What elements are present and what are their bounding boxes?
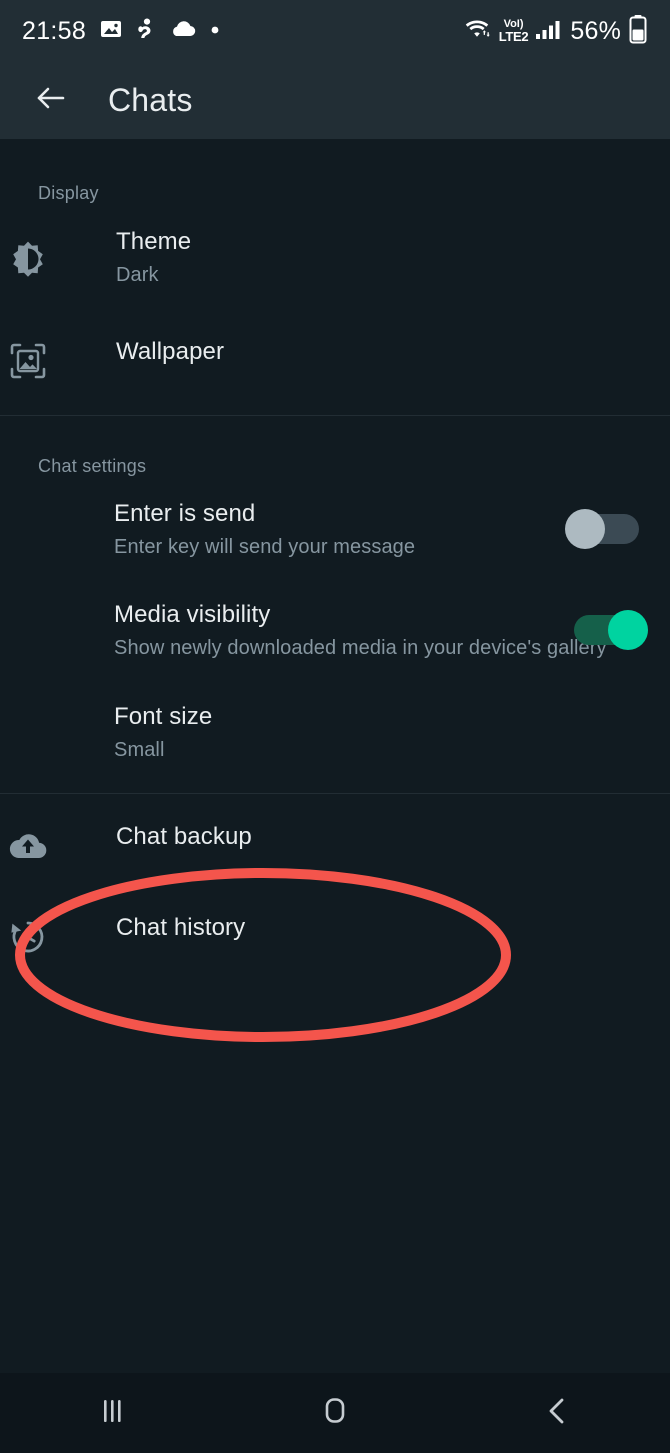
status-bar-right: VoI) LTE2 56% <box>464 14 648 49</box>
signal-bars-icon <box>535 17 563 46</box>
battery-icon <box>628 14 648 49</box>
row-theme-text: Theme Dark <box>116 228 192 287</box>
section-header-display: Display <box>38 183 99 203</box>
toggle-enter-is-send[interactable] <box>565 509 639 549</box>
settings-list: Display Theme Dark Wallpaper Chat settin… <box>0 139 670 1373</box>
back-chevron-icon <box>538 1391 578 1436</box>
row-chat-backup[interactable]: Chat backup <box>0 823 670 904</box>
row-theme[interactable]: Theme Dark <box>0 228 670 329</box>
row-media-visibility-text: Media visibility Show newly downloaded m… <box>114 601 607 660</box>
wifi-icon <box>464 17 492 46</box>
row-media-visibility[interactable]: Media visibility Show newly downloaded m… <box>0 601 670 702</box>
back-button-nav[interactable] <box>447 1391 670 1436</box>
row-chat-history[interactable]: Chat history <box>0 914 670 995</box>
row-enter-is-send[interactable]: Enter is send Enter key will send your m… <box>0 500 670 601</box>
row-enter-is-send-title: Enter is send <box>114 500 256 527</box>
app-bar: Chats <box>0 62 670 139</box>
cloud-upload-icon-wrap <box>0 824 56 872</box>
brightness-icon <box>8 239 48 284</box>
status-bar: 21:58 VoI) LTE2 56% <box>0 0 670 62</box>
row-font-size-title: Font size <box>114 703 213 730</box>
arrow-left-icon <box>31 78 71 123</box>
android-nav-bar <box>0 1373 670 1453</box>
row-enter-is-send-subtitle: Enter key will send your message <box>114 536 416 559</box>
row-theme-subtitle: Dark <box>116 264 159 287</box>
cloud-upload-icon <box>8 829 48 868</box>
row-media-visibility-subtitle: Show newly downloaded media in your devi… <box>114 637 607 660</box>
row-chat-history-text: Chat history <box>116 914 246 941</box>
section-divider-2 <box>0 793 670 794</box>
recents-icon <box>92 1394 132 1433</box>
row-font-size-text: Font size Small <box>114 703 213 762</box>
section-header-chat-settings: Chat settings <box>38 456 147 476</box>
section-divider-1 <box>0 415 670 416</box>
cloud-icon <box>169 19 197 44</box>
row-font-size[interactable]: Font size Small <box>0 703 670 804</box>
dot-icon <box>210 22 220 40</box>
history-icon <box>8 917 48 962</box>
toggle-thumb <box>565 509 605 549</box>
volte-indicator: VoI) LTE2 <box>498 19 529 44</box>
person-alert-icon <box>136 17 156 46</box>
status-bar-clock: 21:58 <box>22 16 87 45</box>
wallpaper-icon <box>9 342 47 385</box>
toggle-thumb <box>608 610 648 650</box>
row-media-visibility-title: Media visibility <box>114 601 271 628</box>
brightness-icon-wrap <box>0 229 56 293</box>
row-theme-title: Theme <box>116 228 192 255</box>
row-enter-is-send-text: Enter is send Enter key will send your m… <box>114 500 416 559</box>
image-icon <box>99 17 123 46</box>
status-bar-left: 21:58 <box>22 17 220 46</box>
battery-percent-label: 56% <box>570 16 621 45</box>
recents-button[interactable] <box>0 1394 223 1433</box>
history-icon-wrap <box>0 915 56 963</box>
row-wallpaper[interactable]: Wallpaper <box>0 338 670 419</box>
home-icon <box>315 1391 355 1436</box>
page-title: Chats <box>108 82 193 118</box>
phone-screen: 21:58 VoI) LTE2 56% Chats Display Theme … <box>0 0 670 1453</box>
row-chat-backup-text: Chat backup <box>116 823 252 850</box>
row-chat-backup-title: Chat backup <box>116 823 252 850</box>
row-chat-history-title: Chat history <box>116 914 246 941</box>
row-font-size-subtitle: Small <box>114 739 165 762</box>
toggle-media-visibility[interactable] <box>574 610 648 650</box>
wallpaper-icon-wrap <box>0 339 56 387</box>
volte-bottom-label: LTE2 <box>498 29 529 44</box>
row-wallpaper-text: Wallpaper <box>116 338 225 365</box>
row-wallpaper-title: Wallpaper <box>116 338 225 365</box>
home-button[interactable] <box>223 1391 446 1436</box>
back-button[interactable] <box>28 78 74 124</box>
